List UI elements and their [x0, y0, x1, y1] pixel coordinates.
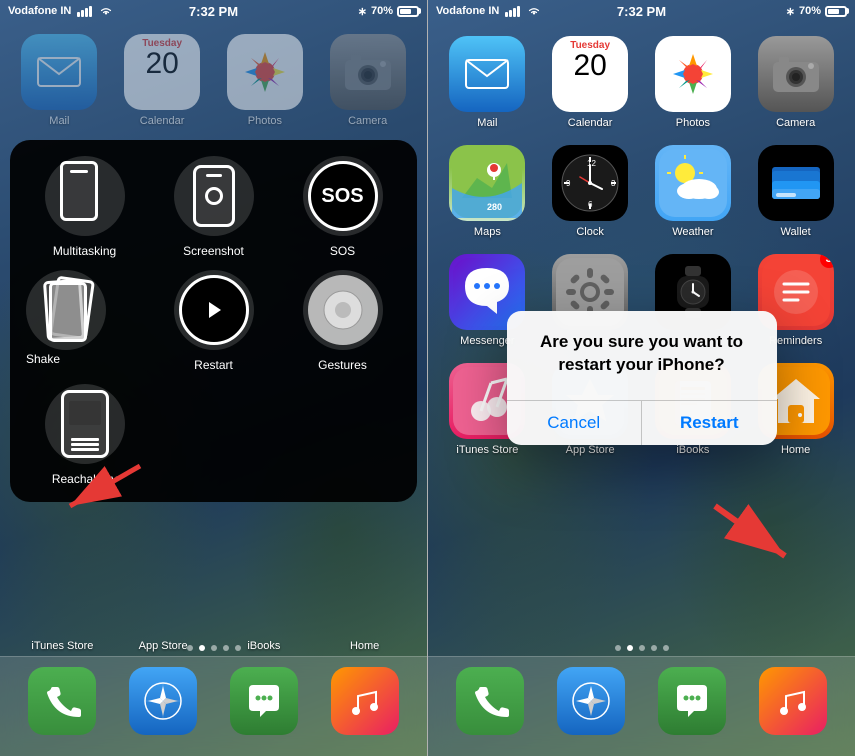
right-time: 7:32 PM	[573, 4, 710, 19]
battery-text: 70%	[371, 5, 393, 17]
restart-icon	[174, 270, 254, 350]
dot-2	[199, 645, 205, 651]
right-signal-icon	[505, 6, 520, 17]
left-dock-safari-icon	[129, 667, 197, 735]
left-mail-icon	[21, 34, 97, 110]
screenshot-label: Screenshot	[183, 244, 244, 258]
left-app-photos: Photos	[218, 34, 313, 127]
right-carrier-text: Vodafone IN	[436, 5, 499, 17]
dialog-title: Are you sure you want to restart your iP…	[527, 331, 757, 375]
shake-icon	[26, 270, 106, 350]
left-top-apps: Mail Tuesday 20 Calendar	[0, 28, 427, 133]
battery-icon	[397, 6, 419, 17]
right-status-left: Vodafone IN	[436, 5, 573, 17]
dot-4	[223, 645, 229, 651]
right-battery-icon	[825, 6, 847, 17]
left-camera-icon	[330, 34, 406, 110]
right-status-right: ∗ 70%	[710, 5, 847, 18]
sos-circle: SOS	[308, 161, 378, 231]
assist-multitasking[interactable]: Multitasking	[26, 156, 143, 258]
left-dock-phone[interactable]	[20, 667, 105, 735]
left-dock-messages-icon	[230, 667, 298, 735]
right-bluetooth-icon: ∗	[786, 5, 795, 18]
right-phone: Vodafone IN 7:32 PM ∗ 70%	[428, 0, 855, 756]
right-battery-text: 70%	[799, 5, 821, 17]
left-mail-label: Mail	[49, 115, 69, 127]
gestures-label: Gestures	[318, 358, 367, 372]
assistive-touch-panel[interactable]: Multitasking Screenshot SOS SOS	[10, 140, 417, 502]
left-phone: Vodafone IN 7:32 PM ∗ 70%	[0, 0, 427, 756]
sos-label: SOS	[330, 244, 355, 258]
left-camera-label: Camera	[348, 115, 387, 127]
left-page-dots	[0, 645, 427, 651]
left-dock-safari[interactable]	[121, 667, 206, 735]
dot-5	[235, 645, 241, 651]
shake-label: Shake	[26, 352, 60, 366]
restart-dialog: Are you sure you want to restart your iP…	[507, 311, 777, 444]
gestures-icon	[303, 270, 383, 350]
carrier-text: Vodafone IN	[8, 5, 71, 17]
left-app-camera: Camera	[320, 34, 415, 127]
left-photos-icon	[227, 34, 303, 110]
dot-1	[187, 645, 193, 651]
assist-gestures[interactable]: Gestures	[284, 270, 401, 372]
left-dock-music-icon	[331, 667, 399, 735]
left-app-mail: Mail	[12, 34, 107, 127]
bluetooth-icon: ∗	[358, 5, 367, 18]
dot-3	[211, 645, 217, 651]
assist-restart[interactable]: Restart	[155, 270, 272, 372]
left-app-calendar: Tuesday 20 Calendar	[115, 34, 210, 127]
assist-sos[interactable]: SOS SOS	[284, 156, 401, 258]
dialog-restart-button[interactable]: Restart	[642, 401, 777, 445]
screenshot-icon	[174, 156, 254, 236]
left-status-bar: Vodafone IN 7:32 PM ∗ 70%	[0, 0, 427, 22]
left-dock-music[interactable]	[322, 667, 407, 735]
dialog-cancel-button[interactable]: Cancel	[507, 401, 642, 445]
left-time: 7:32 PM	[145, 4, 282, 19]
left-dock-phone-icon	[28, 667, 96, 735]
dialog-buttons: Cancel Restart	[507, 401, 777, 445]
left-calendar-label: Calendar	[140, 115, 185, 127]
restart-label: Restart	[194, 358, 233, 372]
dialog-body: Are you sure you want to restart your iP…	[507, 311, 777, 399]
left-dock-messages[interactable]	[222, 667, 307, 735]
right-wifi-icon	[527, 6, 541, 17]
left-photos-label: Photos	[248, 115, 282, 127]
left-status-left: Vodafone IN	[8, 5, 145, 17]
right-status-bar: Vodafone IN 7:32 PM ∗ 70%	[428, 0, 855, 22]
reachability-icon	[45, 384, 125, 464]
sos-icon: SOS	[303, 156, 383, 236]
multitasking-icon	[45, 156, 125, 236]
left-dock	[0, 656, 427, 756]
assist-reachability[interactable]: Reachability	[26, 384, 143, 486]
signal-icon	[77, 6, 92, 17]
wifi-icon	[99, 6, 113, 17]
assist-screenshot[interactable]: Screenshot	[155, 156, 272, 258]
left-status-right: ∗ 70%	[282, 5, 419, 18]
assist-shake[interactable]: Shake	[26, 270, 143, 372]
multitasking-label: Multitasking	[53, 244, 116, 258]
reachability-label: Reachability	[52, 472, 117, 486]
restart-dialog-overlay: Are you sure you want to restart your iP…	[428, 0, 855, 756]
left-calendar-icon: Tuesday 20	[124, 34, 200, 110]
